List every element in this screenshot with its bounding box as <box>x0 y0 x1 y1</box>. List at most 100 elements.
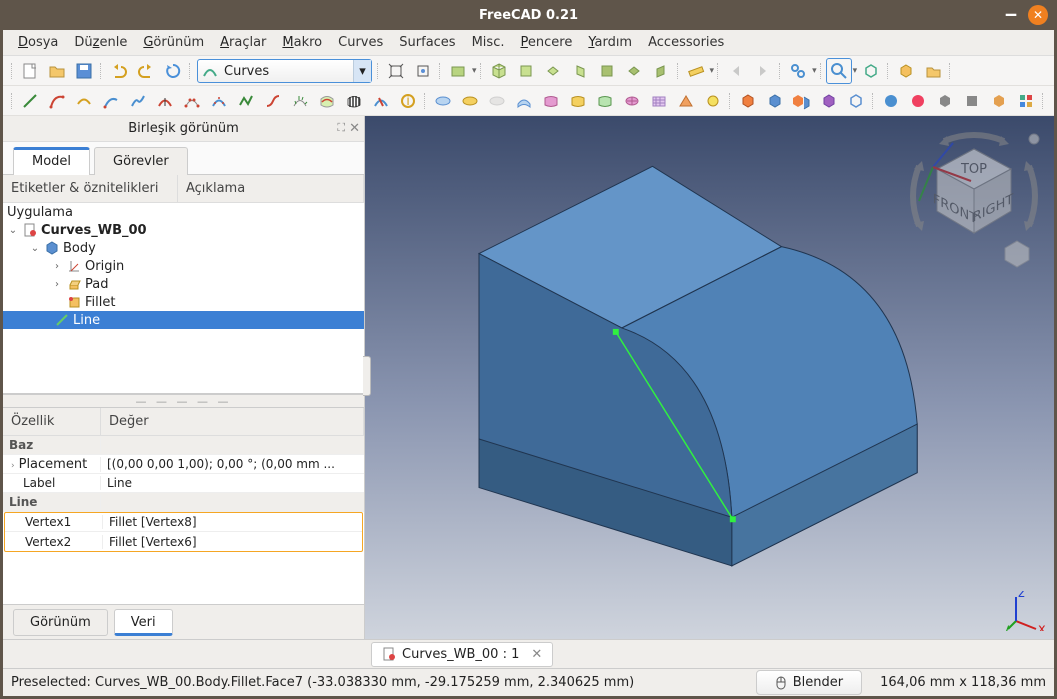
misc-tool-5[interactable] <box>843 88 869 114</box>
surf-tool-10[interactable] <box>673 88 699 114</box>
measure-button[interactable] <box>683 58 709 84</box>
tab-view[interactable]: Görünüm <box>13 609 108 636</box>
zoom-button[interactable] <box>826 58 852 84</box>
split-tool[interactable] <box>152 88 178 114</box>
draw-style-button[interactable] <box>445 58 471 84</box>
tree-row-line[interactable]: Line <box>3 311 364 329</box>
top-view-button[interactable] <box>540 58 566 84</box>
menu-file[interactable]: Dosya <box>11 33 65 52</box>
tree-row-doc[interactable]: ⌄Curves_WB_00 <box>3 221 364 239</box>
fit-sel-button[interactable] <box>410 58 436 84</box>
nav-left-button[interactable] <box>723 58 749 84</box>
svg-text:x: x <box>1038 622 1046 631</box>
bezier-tool[interactable] <box>44 88 70 114</box>
menu-help[interactable]: Yardım <box>581 33 639 52</box>
surf-tool-11[interactable] <box>700 88 726 114</box>
trim-tool[interactable] <box>368 88 394 114</box>
workbench-selector[interactable]: Curves ▾ <box>197 59 372 83</box>
extend-tool[interactable] <box>98 88 124 114</box>
menu-edit[interactable]: Düzenle <box>67 33 134 52</box>
minimize-button[interactable]: ‒ <box>1002 4 1020 25</box>
join-tool[interactable] <box>125 88 151 114</box>
misc-tool-1[interactable] <box>735 88 761 114</box>
menu-macro[interactable]: Makro <box>275 33 329 52</box>
save-button[interactable] <box>71 58 97 84</box>
blend-tool[interactable] <box>260 88 286 114</box>
refresh-button[interactable] <box>160 58 186 84</box>
right-view-button[interactable] <box>567 58 593 84</box>
tree-row-origin[interactable]: ›Origin <box>3 257 364 275</box>
undo-button[interactable] <box>106 58 132 84</box>
surf-tool-3[interactable] <box>484 88 510 114</box>
doc-tab-close-icon[interactable]: ✕ <box>531 647 542 662</box>
rear-view-button[interactable] <box>594 58 620 84</box>
surf-tool-8[interactable] <box>619 88 645 114</box>
prop-group-line: Line <box>3 493 364 512</box>
panel-splitter[interactable]: — — — — — <box>3 394 364 408</box>
part-button[interactable] <box>893 58 919 84</box>
prop-row-placement[interactable]: ›Placement[(0,00 0,00 1,00); 0,00 °; (0,… <box>3 455 364 474</box>
tab-tasks[interactable]: Görevler <box>94 147 188 175</box>
tree-row-fillet[interactable]: Fillet <box>3 293 364 311</box>
prop-row-vertex1[interactable]: Vertex1Fillet [Vertex8] <box>5 513 362 532</box>
surf-tool-4[interactable] <box>511 88 537 114</box>
tab-data[interactable]: Veri <box>114 609 173 636</box>
front-view-button[interactable] <box>513 58 539 84</box>
surf-tool-6[interactable] <box>565 88 591 114</box>
left-view-button[interactable] <box>648 58 674 84</box>
close-panel-icon[interactable]: ✕ <box>349 121 360 136</box>
menu-windows[interactable]: Pencere <box>513 33 579 52</box>
expand-icon[interactable]: ⛶ <box>337 121 345 136</box>
tab-model[interactable]: Model <box>13 147 90 175</box>
redo-button[interactable] <box>133 58 159 84</box>
origin-icon <box>66 258 82 274</box>
bottom-view-button[interactable] <box>621 58 647 84</box>
approximate-tool[interactable] <box>206 88 232 114</box>
fit-button[interactable] <box>383 58 409 84</box>
zebra-tool[interactable] <box>341 88 367 114</box>
tree-row-body[interactable]: ⌄Body <box>3 239 364 257</box>
status-preselect: Preselected: Curves_WB_00.Body.Fillet.Fa… <box>11 675 634 690</box>
misc-tool-2[interactable] <box>762 88 788 114</box>
menu-accessories[interactable]: Accessories <box>641 33 731 52</box>
doc-tab-icon <box>382 647 396 661</box>
nav-right-button[interactable] <box>750 58 776 84</box>
surf-tool-1[interactable] <box>430 88 456 114</box>
line-icon <box>54 312 70 328</box>
discretize-tool[interactable] <box>179 88 205 114</box>
box-sel-button[interactable] <box>858 58 884 84</box>
menu-curves[interactable]: Curves <box>331 33 390 52</box>
misc-tool-3[interactable] <box>789 88 815 114</box>
surf-tool-5[interactable] <box>538 88 564 114</box>
comb-tool[interactable] <box>287 88 313 114</box>
prop-row-vertex2[interactable]: Vertex2Fillet [Vertex6] <box>5 532 362 551</box>
new-file-button[interactable] <box>17 58 43 84</box>
menu-tools[interactable]: Araçlar <box>213 33 273 52</box>
panel-header: Birleşik görünüm ⛶ ✕ <box>3 116 364 142</box>
navigation-cube[interactable]: TOP FRONT RIGHT <box>889 111 1057 281</box>
3d-viewport[interactable]: TOP FRONT RIGHT x y z <box>365 116 1054 639</box>
mixed-curve-tool[interactable] <box>71 88 97 114</box>
menu-view[interactable]: Görünüm <box>136 33 211 52</box>
interpolate-tool[interactable] <box>233 88 259 114</box>
prop-row-label[interactable]: LabelLine <box>3 474 364 493</box>
group-button[interactable] <box>920 58 946 84</box>
line-tool[interactable] <box>17 88 43 114</box>
tree-view[interactable]: Etiketler & öznitelikleri Açıklama Uygul… <box>3 175 364 394</box>
curve-on-surf-tool[interactable] <box>314 88 340 114</box>
surf-tool-2[interactable] <box>457 88 483 114</box>
link-button[interactable] <box>785 58 811 84</box>
close-button[interactable]: ✕ <box>1028 5 1048 25</box>
surf-tool-7[interactable] <box>592 88 618 114</box>
tree-row-app[interactable]: Uygulama <box>3 203 364 221</box>
open-file-button[interactable] <box>44 58 70 84</box>
iso-view-button[interactable] <box>486 58 512 84</box>
menu-surfaces[interactable]: Surfaces <box>392 33 462 52</box>
geom-info-tool[interactable]: i <box>395 88 421 114</box>
surf-tool-9[interactable] <box>646 88 672 114</box>
tree-row-pad[interactable]: ›Pad <box>3 275 364 293</box>
document-tab[interactable]: Curves_WB_00 : 1 ✕ <box>371 642 553 667</box>
menu-misc[interactable]: Misc. <box>465 33 512 52</box>
nav-style-button[interactable]: Blender <box>756 670 862 695</box>
misc-tool-4[interactable] <box>816 88 842 114</box>
